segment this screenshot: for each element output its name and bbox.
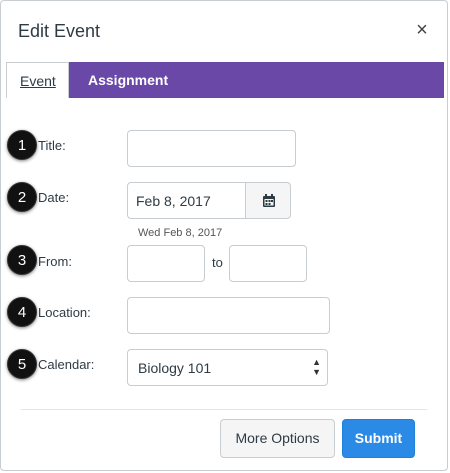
tab-assignment[interactable]: Assignment xyxy=(88,72,168,88)
dialog-header: Edit Event × xyxy=(1,1,447,61)
edit-event-dialog: Edit Event × Event Assignment 1 Title: 2… xyxy=(0,0,448,471)
date-hint: Wed Feb 8, 2017 xyxy=(138,227,223,239)
title-label: Title: xyxy=(38,138,66,153)
callout-badge-3: 3 xyxy=(7,245,37,275)
title-input[interactable] xyxy=(127,130,296,167)
to-label: to xyxy=(212,255,223,270)
callout-badge-2: 2 xyxy=(7,182,37,212)
calendar-label: Calendar: xyxy=(38,357,95,372)
select-arrows-icon: ▲ ▼ xyxy=(312,357,321,377)
calendar-icon xyxy=(263,194,275,207)
calendar-select[interactable]: Biology 101 ▲ ▼ xyxy=(127,349,328,386)
tab-bar: Event Assignment xyxy=(6,62,444,98)
to-time-input[interactable] xyxy=(229,245,307,282)
location-label: Location: xyxy=(38,305,91,320)
dialog-title: Edit Event xyxy=(18,21,101,41)
close-icon[interactable]: × xyxy=(411,19,433,41)
location-input[interactable] xyxy=(127,297,330,334)
submit-button[interactable]: Submit xyxy=(342,419,415,458)
date-label: Date: xyxy=(38,190,70,205)
more-options-button[interactable]: More Options xyxy=(220,419,335,458)
callout-badge-4: 4 xyxy=(7,297,37,327)
tab-event-label: Event xyxy=(20,73,56,89)
callout-badge-5: 5 xyxy=(7,349,37,379)
footer-divider xyxy=(21,409,427,410)
from-label: From: xyxy=(38,254,72,269)
calendar-select-value: Biology 101 xyxy=(138,360,212,376)
tab-event[interactable]: Event xyxy=(6,62,69,98)
from-time-input[interactable] xyxy=(127,245,205,282)
date-picker-button[interactable] xyxy=(245,182,291,219)
callout-badge-1: 1 xyxy=(7,130,37,160)
date-input[interactable] xyxy=(127,182,246,219)
